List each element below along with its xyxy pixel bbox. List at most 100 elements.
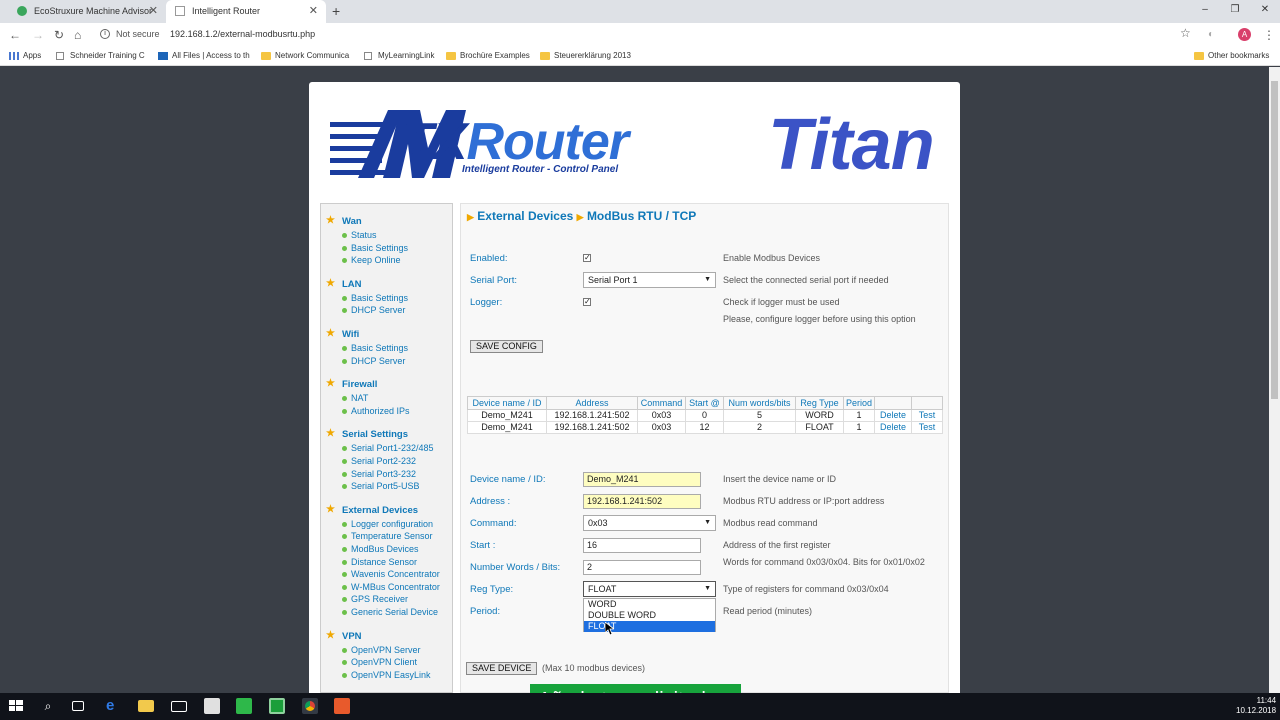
menu-dots-icon[interactable]: ⋮ bbox=[1263, 25, 1275, 45]
home-icon[interactable]: ⌂ bbox=[74, 25, 81, 45]
new-tab-icon[interactable]: + bbox=[332, 0, 340, 23]
bullet-dot-icon bbox=[342, 471, 347, 477]
sidebar-section-wan[interactable]: ★ Wan bbox=[326, 215, 362, 227]
bookmark-schneider[interactable]: Schneider Training C bbox=[56, 46, 145, 66]
command-select[interactable]: 0x03 ▼ bbox=[583, 515, 716, 531]
app-green-icon[interactable] bbox=[236, 698, 252, 714]
tab-ecostruxure[interactable]: EcoStruxure Machine Advisor ✕ bbox=[8, 0, 166, 23]
restore-icon[interactable]: ❐ bbox=[1220, 0, 1250, 23]
scrollbar-thumb[interactable] bbox=[1271, 81, 1278, 399]
store-icon[interactable] bbox=[204, 698, 220, 714]
page-scrollbar[interactable] bbox=[1269, 67, 1280, 693]
tab-intelligent-router[interactable]: Intelligent Router ✕ bbox=[166, 0, 326, 23]
num-words-input[interactable]: 2 bbox=[583, 560, 701, 575]
forward-icon[interactable]: → bbox=[32, 25, 44, 45]
close-tab-icon[interactable]: ✕ bbox=[149, 0, 158, 23]
bookmark-star-icon[interactable]: ☆ bbox=[1180, 26, 1191, 40]
sidebar-item-distance-sensor[interactable]: Distance Sensor bbox=[342, 557, 417, 567]
bullet-dot-icon bbox=[342, 660, 347, 666]
windows-start-icon[interactable] bbox=[8, 698, 24, 714]
sidebar-item-nat[interactable]: NAT bbox=[342, 393, 368, 403]
reg-type-option-word[interactable]: WORD bbox=[584, 599, 715, 610]
sidebar-item-wavenis-concentrator[interactable]: Wavenis Concentrator bbox=[342, 569, 440, 579]
page-icon bbox=[364, 52, 372, 60]
reload-icon[interactable]: ↻ bbox=[54, 25, 64, 45]
sidebar-item-modbus-devices[interactable]: ModBus Devices bbox=[342, 544, 419, 554]
sidebar-item-basic-settings[interactable]: Basic Settings bbox=[342, 343, 408, 353]
sidebar-section-firewall[interactable]: ★ Firewall bbox=[326, 378, 377, 390]
save-config-button[interactable]: SAVE CONFIG bbox=[470, 340, 543, 353]
close-window-icon[interactable]: ✕ bbox=[1250, 0, 1280, 23]
sidebar-item-openvpn-easylink[interactable]: OpenVPN EasyLink bbox=[342, 670, 431, 680]
reg-type-select[interactable]: FLOAT ▼ bbox=[583, 581, 716, 597]
enabled-checkbox[interactable]: ✓ bbox=[583, 254, 591, 262]
edge-browser-icon[interactable]: e bbox=[106, 698, 122, 714]
chrome-icon[interactable] bbox=[302, 698, 318, 714]
sidebar-section-lan[interactable]: ★ LAN bbox=[326, 278, 362, 290]
bookmark-all-files[interactable]: All Files | Access to th bbox=[158, 46, 250, 66]
file-explorer-icon[interactable] bbox=[138, 700, 154, 712]
sidebar-item-serial-port1-232-485[interactable]: Serial Port1-232/485 bbox=[342, 443, 434, 453]
info-icon[interactable]: i bbox=[100, 29, 110, 39]
sidebar-item-logger-configuration[interactable]: Logger configuration bbox=[342, 519, 433, 529]
search-icon[interactable]: ⌕ bbox=[40, 698, 56, 714]
sidebar-section-serial-settings[interactable]: ★ Serial Settings bbox=[326, 428, 408, 440]
table-cell: Demo_M241 bbox=[467, 409, 547, 422]
ecostruxure-favicon-icon bbox=[17, 6, 27, 16]
sidebar-item-dhcp-server[interactable]: DHCP Server bbox=[342, 305, 405, 315]
reg-type-option-float[interactable]: FLOAT bbox=[584, 621, 715, 632]
profile-avatar[interactable]: A bbox=[1238, 28, 1251, 41]
bullet-dot-icon bbox=[342, 308, 347, 314]
sidebar-section-wifi[interactable]: ★ Wifi bbox=[326, 328, 359, 340]
sidebar-item-w-mbus-concentrator[interactable]: W-MBus Concentrator bbox=[342, 582, 440, 592]
page-icon bbox=[56, 52, 64, 60]
sidebar-item-serial-port2-232[interactable]: Serial Port2-232 bbox=[342, 456, 416, 466]
task-view-icon[interactable] bbox=[72, 701, 84, 711]
mail-icon[interactable] bbox=[171, 701, 187, 712]
sidebar-item-serial-port5-usb[interactable]: Serial Port5-USB bbox=[342, 481, 420, 491]
bookmark-mylearninglink[interactable]: MyLearningLink bbox=[364, 46, 434, 66]
delete-link[interactable]: Delete bbox=[874, 409, 913, 422]
reg-type-option-double-word[interactable]: DOUBLE WORD bbox=[584, 610, 715, 621]
app-orange-icon[interactable] bbox=[334, 698, 350, 714]
logger-checkbox[interactable]: ✓ bbox=[583, 298, 591, 306]
bookmark-brochure[interactable]: Brochüre Examples bbox=[446, 46, 530, 66]
sidebar-item-gps-receiver[interactable]: GPS Receiver bbox=[342, 594, 408, 604]
reg-type-dropdown-list: WORD DOUBLE WORD FLOAT bbox=[583, 598, 716, 632]
back-icon[interactable]: ← bbox=[9, 25, 21, 45]
device-name-input[interactable]: Demo_M241 bbox=[583, 472, 701, 487]
minimize-icon[interactable]: – bbox=[1190, 0, 1220, 23]
sidebar-item-basic-settings[interactable]: Basic Settings bbox=[342, 293, 408, 303]
app-green-2-icon[interactable] bbox=[269, 698, 285, 714]
test-link[interactable]: Test bbox=[911, 421, 944, 434]
sidebar-item-dhcp-server[interactable]: DHCP Server bbox=[342, 356, 405, 366]
bookmark-steuer[interactable]: Steuererklärung 2013 bbox=[540, 46, 631, 66]
sidebar-item-keep-online[interactable]: Keep Online bbox=[342, 255, 401, 265]
col-address: Address bbox=[546, 396, 638, 410]
sidebar-item-openvpn-client[interactable]: OpenVPN Client bbox=[342, 657, 417, 667]
sidebar-section-external-devices[interactable]: ★ External Devices bbox=[326, 504, 418, 516]
address-input[interactable]: 192.168.1.241:502 bbox=[583, 494, 701, 509]
delete-link[interactable]: Delete bbox=[874, 421, 913, 434]
url-field[interactable]: i Not secure 192.168.1.2/external-modbus… bbox=[100, 26, 315, 43]
sidebar-item-status[interactable]: Status bbox=[342, 230, 377, 240]
start-input[interactable]: 16 bbox=[583, 538, 701, 553]
extension-icon[interactable]: ◐ bbox=[1208, 25, 1214, 45]
sidebar-item-temperature-sensor[interactable]: Temperature Sensor bbox=[342, 531, 433, 541]
bookmark-apps[interactable]: Apps bbox=[9, 46, 41, 66]
sidebar-section-vpn[interactable]: ★ VPN bbox=[326, 630, 362, 642]
bookmark-other[interactable]: Other bookmarks bbox=[1194, 46, 1269, 66]
sidebar-item-basic-settings[interactable]: Basic Settings bbox=[342, 243, 408, 253]
page-favicon-icon bbox=[175, 6, 185, 16]
sidebar-item-serial-port3-232[interactable]: Serial Port3-232 bbox=[342, 469, 416, 479]
breadcrumb-external-devices[interactable]: External Devices bbox=[477, 209, 573, 223]
close-tab-icon[interactable]: ✕ bbox=[309, 0, 318, 23]
bullet-dot-icon bbox=[342, 233, 347, 238]
test-link[interactable]: Test bbox=[911, 409, 944, 422]
save-device-button[interactable]: SAVE DEVICE bbox=[466, 662, 538, 675]
sidebar-item-authorized-ips[interactable]: Authorized IPs bbox=[342, 406, 410, 416]
sidebar-item-generic-serial-device[interactable]: Generic Serial Device bbox=[342, 607, 438, 617]
bookmark-network[interactable]: Network Communica bbox=[261, 46, 349, 66]
serial-port-select[interactable]: Serial Port 1 ▼ bbox=[583, 272, 716, 288]
sidebar-item-openvpn-server[interactable]: OpenVPN Server bbox=[342, 645, 421, 655]
